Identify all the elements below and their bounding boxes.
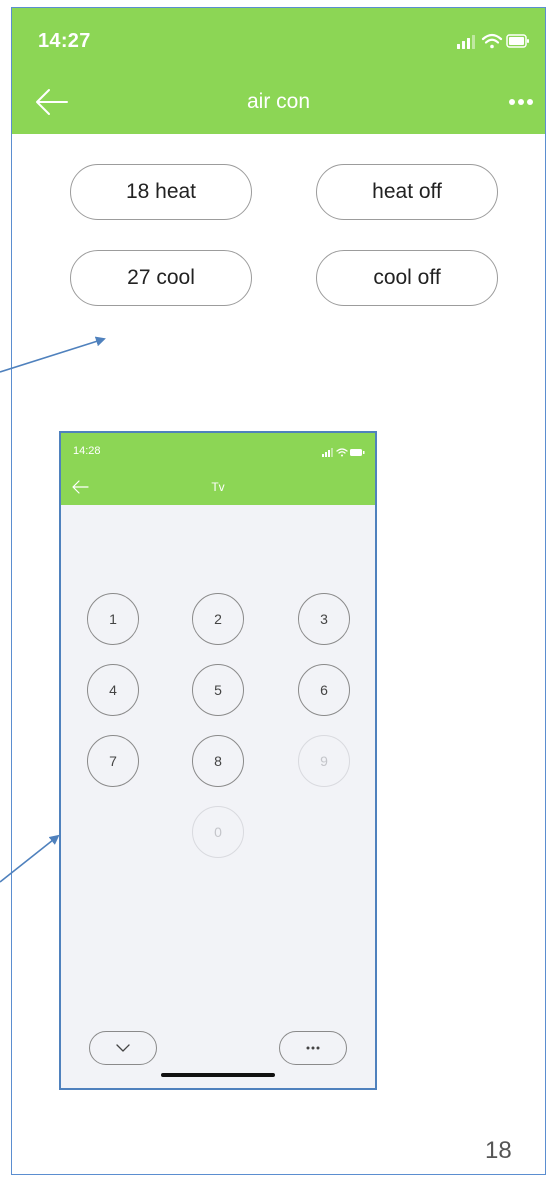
key-5-button[interactable]: 5 bbox=[192, 664, 244, 716]
inset-page-title: Tv bbox=[211, 480, 225, 494]
battery-icon bbox=[350, 449, 365, 456]
battery-icon bbox=[506, 34, 529, 48]
more-horizontal-icon[interactable] bbox=[507, 92, 535, 112]
down-button[interactable] bbox=[89, 1031, 157, 1065]
signal-icon bbox=[457, 35, 475, 49]
more-button[interactable] bbox=[279, 1031, 347, 1065]
status-time: 14:27 bbox=[38, 30, 91, 52]
key-1-button[interactable]: 1 bbox=[87, 593, 139, 645]
inset-nav-bar: Tv bbox=[61, 467, 375, 505]
key-2-button[interactable]: 2 bbox=[192, 593, 244, 645]
cool-off-button[interactable]: cool off bbox=[316, 250, 498, 306]
key-6-button[interactable]: 6 bbox=[298, 664, 350, 716]
nav-bar: air con bbox=[12, 70, 545, 134]
key-3-button[interactable]: 3 bbox=[298, 593, 350, 645]
signal-icon bbox=[322, 448, 333, 457]
status-icons bbox=[457, 33, 529, 49]
wifi-icon bbox=[481, 33, 503, 49]
inset-status-time: 14:28 bbox=[73, 445, 101, 457]
inset-status-bar: 14:28 bbox=[61, 433, 375, 467]
wifi-icon bbox=[336, 448, 348, 457]
key-7-button[interactable]: 7 bbox=[87, 735, 139, 787]
page-title: air con bbox=[246, 90, 311, 113]
cool-27-button[interactable]: 27 cool bbox=[70, 250, 252, 306]
key-9-button[interactable]: 9 bbox=[298, 735, 350, 787]
inset-status-icons bbox=[322, 448, 365, 457]
chevron-down-icon bbox=[116, 1044, 130, 1052]
key-4-button[interactable]: 4 bbox=[87, 664, 139, 716]
key-8-button[interactable]: 8 bbox=[192, 735, 244, 787]
page-number: 18 bbox=[485, 1137, 512, 1164]
heat-18-button[interactable]: 18 heat bbox=[70, 164, 252, 220]
more-horizontal-icon bbox=[306, 1046, 320, 1050]
status-bar: 14:27 bbox=[12, 8, 545, 70]
tv-remote-screenshot: 14:28 Tv 1 2 3 4 5 6 7 8 9 0 bbox=[59, 431, 377, 1090]
key-0-button[interactable]: 0 bbox=[192, 806, 244, 858]
home-indicator bbox=[161, 1073, 275, 1077]
heat-off-button[interactable]: heat off bbox=[316, 164, 498, 220]
